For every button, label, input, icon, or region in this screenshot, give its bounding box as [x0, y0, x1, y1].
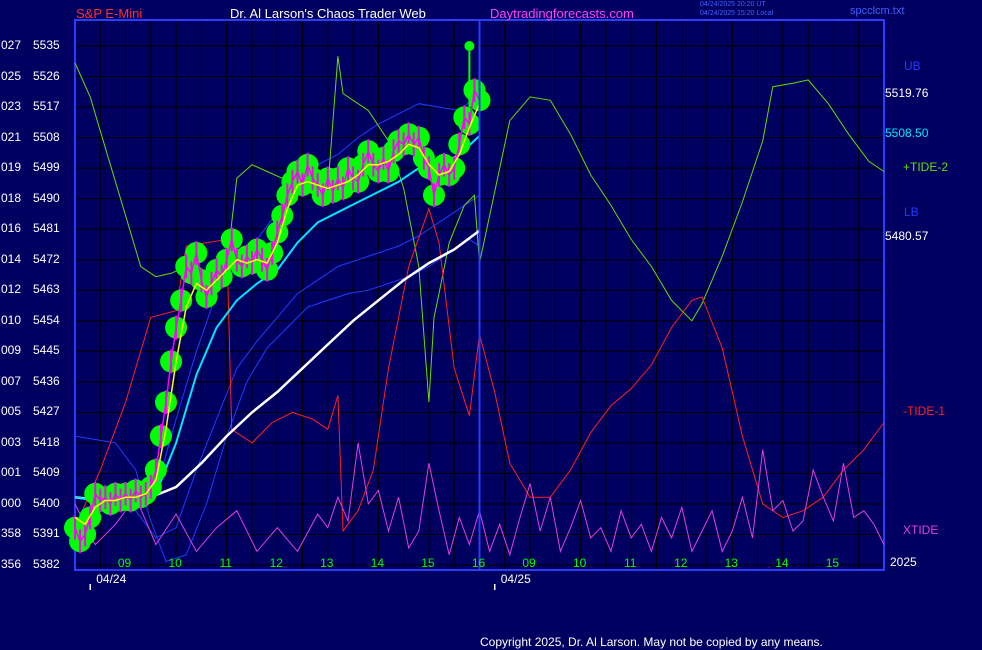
y-tick-angle-019: 019: [1, 160, 22, 175]
value-label-mid-ma: 5508.50: [885, 126, 929, 141]
y-tick-price-5526: 5526: [33, 68, 60, 83]
y-tick-price-5427: 5427: [33, 404, 60, 419]
y-tick-price-5463: 5463: [33, 282, 60, 297]
site-link[interactable]: Daytradingforecasts.com: [490, 7, 634, 20]
timestamp-utc: 04/24/2025 20:20 UT: [700, 1, 766, 8]
x-tick-16: 16: [471, 556, 486, 570]
y-tick-angle-010: 010: [1, 312, 22, 327]
y-tick-angle-027: 027: [1, 38, 22, 52]
series-name-tide-minus: -TIDE-1: [903, 404, 945, 419]
value-label-slow-ma: 5480.57: [885, 228, 929, 243]
y-tick-angle-012: 012: [1, 282, 22, 297]
y-tick-angle-025: 025: [1, 68, 22, 83]
y-tick-price-5454: 5454: [33, 312, 60, 327]
chart-canvas: [64, 19, 885, 590]
y-tick-angle-014: 014: [1, 251, 22, 266]
y-tick-price-5508: 5508: [33, 129, 60, 144]
y-tick-angle-003: 003: [1, 434, 22, 449]
y-tick-price-5481: 5481: [33, 221, 60, 236]
y-tick-price-5445: 5445: [33, 343, 60, 358]
y-tick-angle-021: 021: [1, 129, 22, 144]
y-tick-angle-000: 000: [1, 495, 22, 510]
x-tick-14: 14: [370, 556, 385, 570]
y-tick-angle-023: 023: [1, 99, 22, 114]
date-label-04-24: 04/24: [96, 572, 127, 586]
data-file-name: spcclcm.txt: [850, 5, 905, 17]
y-tick-angle-018: 018: [1, 190, 22, 205]
y-tick-angle-005: 005: [1, 404, 22, 419]
x-tick-12: 12: [674, 556, 688, 570]
x-tick-09: 09: [117, 556, 132, 570]
y-tick-price-5418: 5418: [33, 434, 60, 449]
y-tick-angle-007: 007: [1, 373, 22, 388]
y-tick-price-5472: 5472: [33, 251, 60, 266]
x-tick-10: 10: [572, 556, 587, 570]
axis-ticks: [89, 584, 496, 590]
price-spike-head: [464, 41, 475, 51]
y-tick-angle-016: 016: [1, 221, 22, 236]
y-tick-angle-009: 009: [1, 343, 22, 358]
y-tick-price-5382: 5382: [33, 557, 60, 571]
series-name-xtide: XTIDE: [903, 523, 939, 538]
y-tick-angle-001: 001: [1, 465, 22, 480]
x-tick-15: 15: [825, 556, 840, 570]
series-name-tide-plus: +TIDE-2: [903, 160, 949, 175]
x-tick-15: 15: [421, 556, 435, 570]
y-tick-price-5490: 5490: [33, 190, 60, 205]
x-tick-11: 11: [623, 556, 637, 570]
timestamp-local: 04/24/2025 15:20 Local: [700, 10, 774, 17]
y-tick-price-5409: 5409: [33, 465, 60, 480]
y-tick-angle-356: 356: [1, 557, 22, 571]
x-tick-12: 12: [269, 556, 283, 570]
x-tick-11: 11: [219, 556, 232, 570]
y-tick-price-5400: 5400: [33, 495, 60, 510]
copyright-notice: Copyright 2025, Dr. Al Larson. May not b…: [480, 635, 823, 649]
year-label: 2025: [890, 555, 917, 569]
value-label-ub: 5519.76: [885, 86, 929, 101]
x-tick-13: 13: [724, 556, 738, 570]
x-tick-10: 10: [168, 556, 182, 570]
series-name-lb: LB: [904, 205, 919, 220]
x-tick-14: 14: [775, 556, 789, 570]
x-tick-09: 09: [522, 556, 536, 570]
y-tick-angle-358: 358: [1, 526, 22, 541]
y-tick-price-5436: 5436: [33, 373, 60, 388]
symbol-label: S&P E-Mini: [76, 6, 143, 21]
series-name-ub: UB: [904, 58, 921, 73]
y-tick-price-5499: 5499: [33, 160, 60, 175]
page-title: Dr. Al Larson's Chaos Trader Web: [230, 6, 426, 21]
y-tick-price-5535: 5535: [33, 38, 60, 52]
y-tick-price-5517: 5517: [33, 99, 60, 114]
date-label-04-25: 04/25: [500, 572, 531, 586]
x-tick-13: 13: [320, 556, 334, 570]
y-tick-price-5391: 5391: [33, 526, 60, 541]
